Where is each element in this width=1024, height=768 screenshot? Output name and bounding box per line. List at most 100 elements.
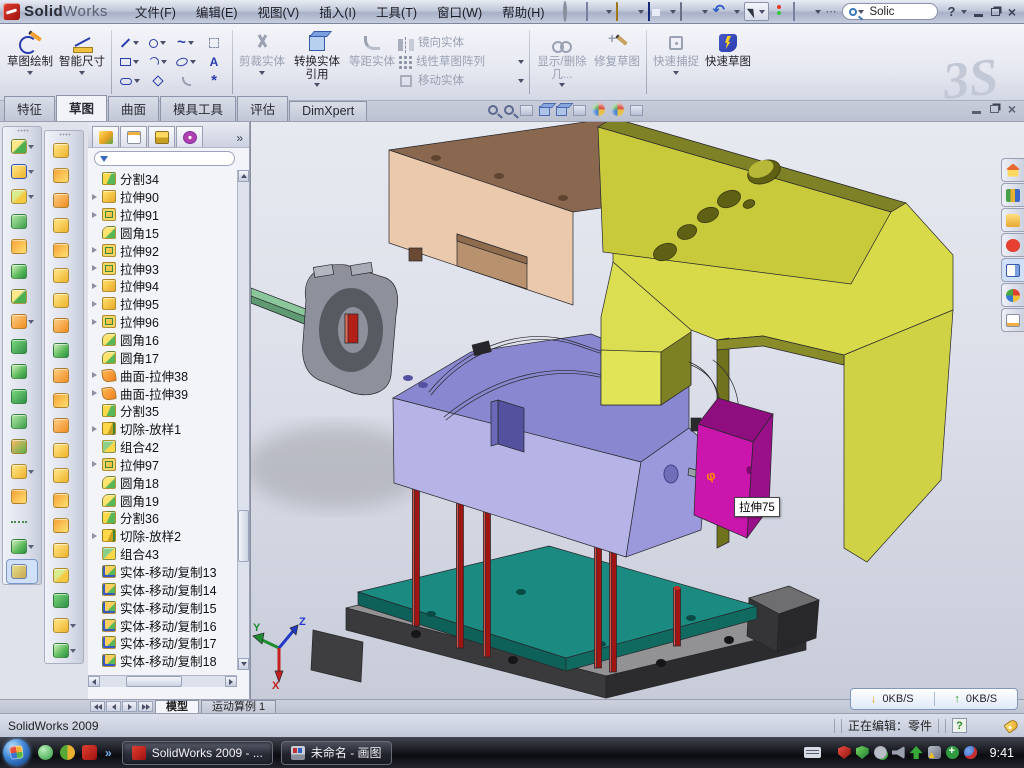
dropdown-icon[interactable]: [70, 624, 76, 628]
toolbar-button[interactable]: [45, 338, 83, 363]
feature-tree-item[interactable]: 实体-移动/复制17: [92, 634, 238, 652]
spline-dropdown-icon[interactable]: [188, 41, 194, 45]
dropdown-icon[interactable]: [28, 320, 34, 324]
toolbar-button[interactable]: [3, 284, 41, 309]
command-tab[interactable]: 曲面: [108, 96, 159, 121]
toolbar-button[interactable]: [45, 263, 83, 288]
scroll-up-button[interactable]: [238, 170, 249, 182]
task-pane-tab[interactable]: [1001, 183, 1024, 207]
view-tool-icon[interactable]: [520, 105, 533, 116]
tray-icon[interactable]: [838, 746, 851, 759]
toolbar-button[interactable]: [45, 513, 83, 538]
toolbar-button[interactable]: [3, 159, 41, 184]
arc-tool[interactable]: [145, 54, 171, 70]
quick-tips-button[interactable]: ?: [952, 718, 967, 733]
toolbar-button[interactable]: [45, 238, 83, 263]
tab-dimxpert-manager[interactable]: [176, 126, 203, 147]
close-icon[interactable]: ×: [1008, 6, 1016, 18]
quick-launch-icon[interactable]: [60, 745, 75, 760]
quick-snaps-button[interactable]: 快速捕捉: [650, 26, 702, 98]
mirror-entities-button[interactable]: 镜向实体: [398, 35, 526, 52]
feature-tree-item[interactable]: 实体-移动/复制13: [92, 563, 238, 581]
tree-vertical-scrollbar[interactable]: [237, 170, 249, 670]
toolbar-button[interactable]: [45, 588, 83, 613]
toolbar-overflow-icon[interactable]: ⋯: [825, 5, 835, 18]
new-dropdown-icon[interactable]: [606, 10, 612, 14]
feature-tree-item[interactable]: 实体-移动/复制16: [92, 616, 238, 634]
feature-tree-item[interactable]: 分割34: [92, 170, 238, 188]
toolbar-button[interactable]: [3, 134, 41, 159]
new-document-icon[interactable]: [586, 2, 588, 21]
menu-item[interactable]: 插入(I): [310, 0, 365, 23]
start-button[interactable]: [3, 739, 30, 766]
help-button[interactable]: ?: [945, 4, 957, 19]
panel-expand-icon[interactable]: »: [232, 131, 247, 147]
tab-property-manager[interactable]: [120, 126, 147, 147]
tray-icon[interactable]: [946, 746, 959, 759]
open-icon[interactable]: [616, 2, 618, 21]
quick-launch-icon[interactable]: [82, 745, 97, 760]
dropdown-icon[interactable]: [28, 195, 34, 199]
feature-tree-item[interactable]: 实体-移动/复制14: [92, 580, 238, 598]
prev-tab-button[interactable]: [106, 701, 121, 712]
doc-restore-icon[interactable]: [990, 105, 999, 113]
task-pane-tab[interactable]: [1001, 258, 1024, 282]
search-box[interactable]: Solic: [842, 3, 938, 20]
expand-arrow-icon[interactable]: [92, 212, 102, 218]
menu-item[interactable]: 帮助(H): [493, 0, 553, 23]
dropdown-icon[interactable]: [28, 145, 34, 149]
model-canvas[interactable]: [251, 122, 1024, 699]
expand-arrow-icon[interactable]: [92, 390, 102, 396]
feature-tree-item[interactable]: 拉伸93: [92, 259, 238, 277]
document-tab[interactable]: 运动算例 1: [201, 700, 276, 713]
view-tool-icon[interactable]: [504, 105, 514, 115]
feature-tree-item[interactable]: 实体-移动/复制15: [92, 598, 238, 616]
tray-icon[interactable]: [964, 746, 977, 759]
rectangle-dropdown-icon[interactable]: [133, 60, 139, 64]
text-tool[interactable]: [201, 54, 227, 70]
keyboard-layout-icon[interactable]: [804, 747, 821, 758]
command-tab[interactable]: 评估: [237, 96, 288, 121]
feature-tree-item[interactable]: 组合42: [92, 438, 238, 456]
offset-entities-button[interactable]: 等距实体: [346, 26, 398, 98]
scroll-thumb[interactable]: [126, 676, 182, 687]
toolbar-button[interactable]: [45, 638, 83, 663]
task-pane-tab[interactable]: [1001, 283, 1024, 307]
feature-tree-item[interactable]: 拉伸97: [92, 456, 238, 474]
trim-dropdown-icon[interactable]: [259, 71, 265, 75]
tree-filter-input[interactable]: [94, 151, 235, 166]
feature-tree-item[interactable]: 圆角17: [92, 348, 238, 366]
toolbar-button[interactable]: [3, 509, 41, 534]
menu-item[interactable]: 文件(F): [126, 0, 185, 23]
task-button[interactable]: SolidWorks 2009 - ...: [122, 741, 273, 765]
move-entities-button[interactable]: 移动实体: [398, 73, 526, 90]
menu-item[interactable]: 窗口(W): [428, 0, 491, 23]
tree-horizontal-scrollbar[interactable]: [88, 675, 237, 687]
toolbar-button[interactable]: [3, 334, 41, 359]
tray-icon[interactable]: [874, 746, 887, 759]
view-tool-icon[interactable]: [630, 105, 643, 116]
arc-dropdown-icon[interactable]: [161, 60, 167, 64]
restore-icon[interactable]: [991, 8, 1000, 16]
expand-arrow-icon[interactable]: [92, 372, 102, 378]
menu-item[interactable]: 工具(T): [367, 0, 426, 23]
toolbar-button[interactable]: [3, 259, 41, 284]
toolbar-button[interactable]: [3, 184, 41, 209]
slot-dropdown-icon[interactable]: [134, 79, 140, 83]
print-icon[interactable]: [680, 2, 682, 21]
repair-sketch-button[interactable]: 修复草图: [591, 26, 643, 98]
smart-dimension-dropdown-icon[interactable]: [79, 71, 85, 75]
task-pane-tab[interactable]: [1001, 233, 1024, 257]
expand-arrow-icon[interactable]: [92, 461, 102, 467]
dropdown-icon[interactable]: [28, 470, 34, 474]
tray-icon[interactable]: [892, 746, 905, 759]
document-tab[interactable]: 模型: [155, 700, 199, 713]
toolbar-button[interactable]: [45, 188, 83, 213]
view-tool-icon[interactable]: [592, 103, 605, 116]
convert-dropdown-icon[interactable]: [314, 83, 320, 87]
toolbar-button[interactable]: [45, 613, 83, 638]
sketch-fillet-tool[interactable]: [173, 73, 199, 89]
circle-tool[interactable]: [145, 35, 171, 51]
toolbar-button[interactable]: [45, 563, 83, 588]
dropdown-icon[interactable]: [28, 545, 34, 549]
